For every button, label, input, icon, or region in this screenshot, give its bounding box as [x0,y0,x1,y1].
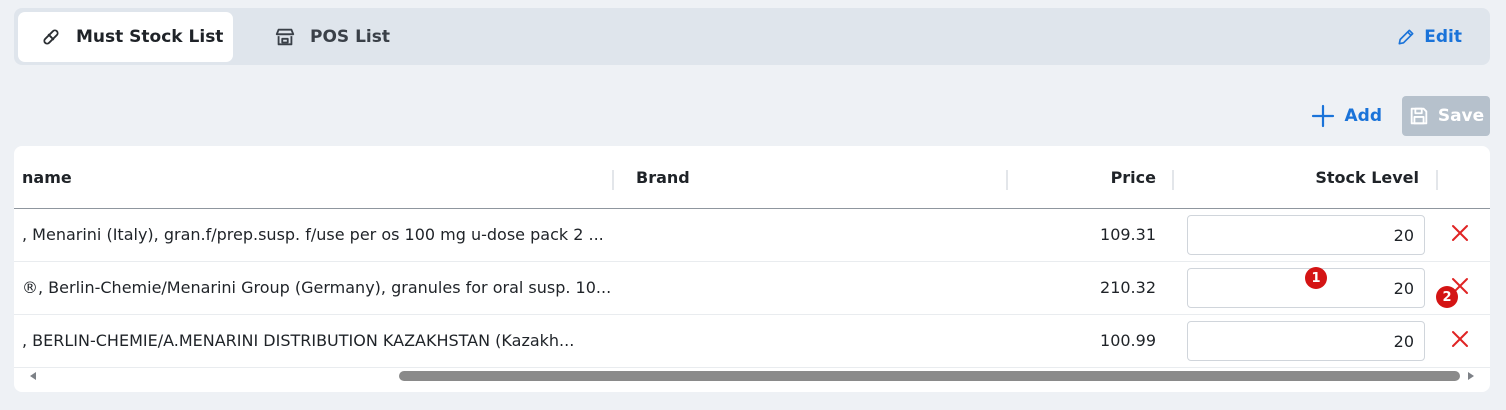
header-price[interactable]: Price [1111,168,1156,187]
edit-button-label: Edit [1424,27,1462,47]
table-header: name Brand Price Stock Level [14,146,1490,209]
table-row: , BERLIN-CHEMIE/A.MENARINI DISTRIBUTION … [14,315,1490,368]
column-resize-handle[interactable] [1172,170,1174,190]
must-stock-table: name Brand Price Stock Level , Menarini … [14,146,1490,392]
marker-badge: 1 [1305,267,1327,289]
table-row: , Menarini (Italy), gran.f/prep.susp. f/… [14,209,1490,262]
plus-icon [1311,104,1335,128]
horizontal-scrollbar[interactable] [14,368,1490,386]
delete-row-icon[interactable] [1450,223,1470,243]
cell-price: 210.32 [1100,278,1156,297]
save-button[interactable]: Save [1402,96,1490,136]
column-resize-handle[interactable] [612,170,614,190]
add-button-label: Add [1344,106,1383,126]
cell-price: 109.31 [1100,225,1156,244]
tab-pos-list[interactable]: POS List [264,12,414,62]
stock-level-input[interactable] [1187,321,1425,361]
tab-pos-list-label: POS List [310,27,390,47]
cell-name: ®, Berlin-Chemie/Menarini Group (Germany… [22,278,612,297]
column-resize-handle[interactable] [1006,170,1008,190]
store-icon [274,26,296,48]
pill-icon [40,26,62,48]
scroll-left-icon[interactable] [30,372,36,380]
scroll-right-icon[interactable] [1468,372,1474,380]
header-name[interactable]: name [22,168,72,187]
save-icon [1408,105,1430,127]
table-actions: Add Save [1311,96,1490,136]
marker-badge: 2 [1436,286,1458,308]
header-stock-level[interactable]: Stock Level [1315,168,1419,187]
delete-row-icon[interactable] [1450,329,1470,349]
cell-name: , Menarini (Italy), gran.f/prep.susp. f/… [22,225,604,244]
pencil-icon [1396,27,1416,47]
scrollbar-thumb[interactable] [399,371,1460,381]
table-row: ®, Berlin-Chemie/Menarini Group (Germany… [14,262,1490,315]
column-resize-handle[interactable] [1436,170,1438,190]
cell-name: , BERLIN-CHEMIE/A.MENARINI DISTRIBUTION … [22,331,575,350]
save-button-label: Save [1437,106,1485,126]
tab-bar: Must Stock List POS List Edit [14,8,1490,65]
stock-level-input[interactable] [1187,215,1425,255]
tab-must-stock-list-label: Must Stock List [76,27,224,47]
header-brand[interactable]: Brand [636,168,690,187]
edit-button[interactable]: Edit [1396,24,1462,50]
tab-must-stock-list[interactable]: Must Stock List [18,12,233,62]
add-button[interactable]: Add [1311,104,1385,128]
cell-price: 100.99 [1100,331,1156,350]
